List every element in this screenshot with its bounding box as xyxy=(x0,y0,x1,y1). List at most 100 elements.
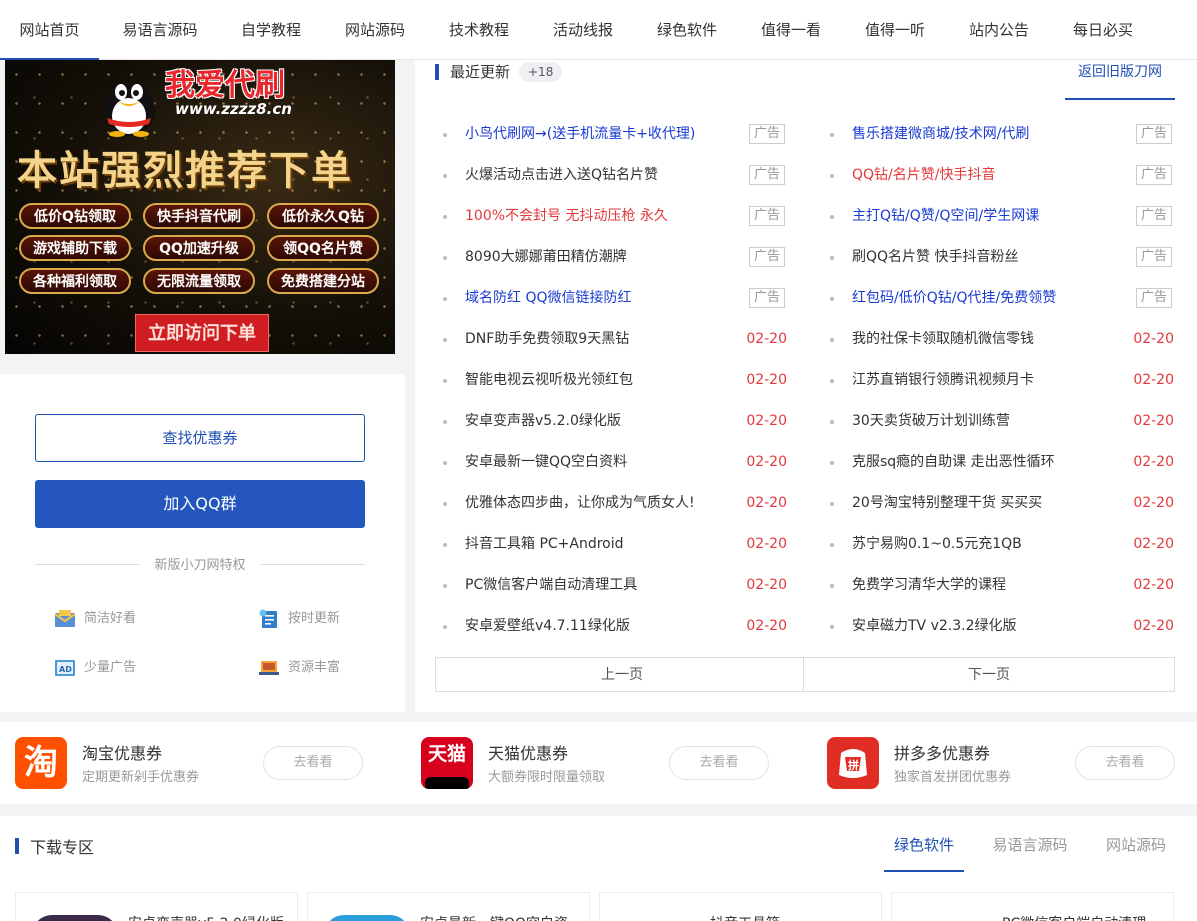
bullet-dot xyxy=(830,420,834,424)
list-item-title[interactable]: 克服sq瘾的自助课 走出恶性循环 xyxy=(852,442,1055,483)
list-item[interactable]: 安卓磁力TV v2.3.2绿化版 02-20 xyxy=(822,606,1194,647)
join-qq-group-button[interactable]: 加入QQ群 xyxy=(35,480,365,528)
nav-item-activities[interactable]: 活动线报 xyxy=(538,0,628,60)
list-item[interactable]: 售乐搭建微商城/技术网/代刷 广告 xyxy=(822,114,1194,155)
find-coupon-button[interactable]: 查找优惠券 xyxy=(35,414,365,462)
bullet-dot xyxy=(443,256,447,260)
list-item[interactable]: 域名防红 QQ微信链接防红 广告 xyxy=(435,278,807,319)
list-item[interactable]: 刷QQ名片赞 快手抖音粉丝 广告 xyxy=(822,237,1194,278)
list-item[interactable]: 安卓爱壁纸v4.7.11绿化版 02-20 xyxy=(435,606,807,647)
list-item-title[interactable]: 安卓磁力TV v2.3.2绿化版 xyxy=(852,606,1017,647)
coupon-card-taobao[interactable]: 淘 淘宝优惠券 定期更新剁手优惠券 去看看 xyxy=(0,722,390,804)
list-item[interactable]: 100%不会封号 无抖动压枪 永久 广告 xyxy=(435,196,807,237)
old-version-link[interactable]: 返回旧版刀网 xyxy=(1065,60,1175,100)
list-item-title[interactable]: 优雅体态四步曲，让你成为气质女人! xyxy=(465,483,695,524)
nav-item-worth-listening[interactable]: 值得一听 xyxy=(850,0,940,60)
list-item[interactable]: 优雅体态四步曲，让你成为气质女人! 02-20 xyxy=(435,483,807,524)
list-item[interactable]: 火爆活动点击进入送Q钻名片赞 广告 xyxy=(435,155,807,196)
list-item[interactable]: 安卓变声器v5.2.0绿化版 02-20 xyxy=(435,401,807,442)
list-item[interactable]: 智能电视云视听极光领红包 02-20 xyxy=(435,360,807,401)
list-item-date: 02-20 xyxy=(1133,413,1174,429)
list-item-title[interactable]: 小鸟代刷网→(送手机流量卡+收代理) xyxy=(465,114,695,155)
list-item-title[interactable]: 火爆活动点击进入送Q钻名片赞 xyxy=(465,155,658,196)
list-item[interactable]: 我的社保卡领取随机微信零钱 02-20 xyxy=(822,319,1194,360)
nav-item-announcements[interactable]: 站内公告 xyxy=(954,0,1044,60)
nav-item-home[interactable]: 网站首页 xyxy=(0,0,99,60)
download-title: 下载专区 xyxy=(30,838,95,857)
update-count-badge: +18 xyxy=(519,62,563,82)
nav-item-green-software[interactable]: 绿色软件 xyxy=(642,0,732,60)
list-item-title[interactable]: 域名防红 QQ微信链接防红 xyxy=(465,278,632,319)
list-item[interactable]: PC微信客户端自动清理工具 02-20 xyxy=(435,565,807,606)
list-item-title[interactable]: PC微信客户端自动清理工具 xyxy=(465,565,637,606)
bullet-dot xyxy=(830,133,834,137)
list-item[interactable]: 20号淘宝特别整理干货 买买买 02-20 xyxy=(822,483,1194,524)
download-card[interactable]: PC微信客户端自动清理 xyxy=(891,892,1174,921)
prev-page-button[interactable]: 上一页 xyxy=(435,657,809,692)
list-item[interactable]: 小鸟代刷网→(送手机流量卡+收代理) 广告 xyxy=(435,114,807,155)
list-item-title[interactable]: 刷QQ名片赞 快手抖音粉丝 xyxy=(852,237,1019,278)
list-item[interactable]: 8090大娜娜莆田精仿潮牌 广告 xyxy=(435,237,807,278)
promo-banner[interactable]: 我爱代刷 www.zzzz8.cn 本站强烈推荐下单 低价Q钻领取 快手抖音代刷… xyxy=(5,60,395,354)
list-item-title[interactable]: 我的社保卡领取随机微信零钱 xyxy=(852,319,1034,360)
list-item[interactable]: 苏宁易购0.1~0.5元充1QB 02-20 xyxy=(822,524,1194,565)
list-item[interactable]: 免费学习清华大学的课程 02-20 xyxy=(822,565,1194,606)
tab-site-source[interactable]: 网站源码 xyxy=(1096,816,1176,872)
list-item[interactable]: 克服sq瘾的自助课 走出恶性循环 02-20 xyxy=(822,442,1194,483)
download-card[interactable]: 抖音工具箱 xyxy=(599,892,882,921)
banner-pill: 无限流量领取 xyxy=(143,268,255,294)
nav-item-daily-buy[interactable]: 每日必买 xyxy=(1058,0,1148,60)
list-item-title[interactable]: 安卓最新一键QQ空白资料 xyxy=(465,442,627,483)
bullet-dot xyxy=(443,379,447,383)
list-item-title[interactable]: 主打Q钻/Q赞/Q空间/学生网课 xyxy=(852,196,1039,237)
list-item-title[interactable]: 江苏直销银行领腾讯视频月卡 xyxy=(852,360,1034,401)
nav-item-site-source[interactable]: 网站源码 xyxy=(330,0,420,60)
download-card-title: 安卓变声器v5.2.0绿化版 xyxy=(128,913,284,921)
list-item[interactable]: 红包码/低价Q钻/Q代挂/免费领赞 广告 xyxy=(822,278,1194,319)
list-item-title[interactable]: 8090大娜娜莆田精仿潮牌 xyxy=(465,237,627,278)
svg-text:AD: AD xyxy=(59,665,72,674)
list-item-title[interactable]: 苏宁易购0.1~0.5元充1QB xyxy=(852,524,1022,565)
list-item[interactable]: QQ钻/名片赞/快手抖音 广告 xyxy=(822,155,1194,196)
bullet-dot xyxy=(830,502,834,506)
next-page-button[interactable]: 下一页 xyxy=(803,657,1175,692)
list-item-title[interactable]: 安卓变声器v5.2.0绿化版 xyxy=(465,401,621,442)
list-item-title[interactable]: 20号淘宝特别整理干货 买买买 xyxy=(852,483,1042,524)
go-see-button[interactable]: 去看看 xyxy=(1075,746,1175,780)
nav-item-tech[interactable]: 技术教程 xyxy=(434,0,524,60)
list-item-title[interactable]: QQ钻/名片赞/快手抖音 xyxy=(852,155,995,196)
tmall-logo-icon: 天猫 xyxy=(421,737,473,789)
list-item-title[interactable]: DNF助手免费领取9天黑钻 xyxy=(465,319,629,360)
tab-green-software[interactable]: 绿色软件 xyxy=(884,816,964,872)
list-item-title[interactable]: 抖音工具箱 PC+Android xyxy=(465,524,624,565)
list-item[interactable]: DNF助手免费领取9天黑钻 02-20 xyxy=(435,319,807,360)
go-see-button[interactable]: 去看看 xyxy=(263,746,363,780)
nav-item-worth-watching[interactable]: 值得一看 xyxy=(746,0,836,60)
coupon-card-pinduoduo[interactable]: 拼 拼多多优惠券 独家首发拼团优惠券 去看看 xyxy=(812,722,1197,804)
list-item-title[interactable]: 100%不会封号 无抖动压枪 永久 xyxy=(465,196,668,237)
download-card[interactable]: 安卓最新一键QQ空白资 xyxy=(307,892,590,921)
bullet-dot xyxy=(830,461,834,465)
ad-badge: 广告 xyxy=(748,206,785,226)
nav-item-tutorials[interactable]: 自学教程 xyxy=(226,0,316,60)
qq-penguin-icon xyxy=(103,84,155,137)
tab-eyuyan-source[interactable]: 易语言源码 xyxy=(984,816,1076,872)
list-item-title[interactable]: 免费学习清华大学的课程 xyxy=(852,565,1006,606)
list-item-date: 02-20 xyxy=(1133,372,1174,388)
coupon-card-tmall[interactable]: 天猫 天猫优惠券 大额券限时限量领取 去看看 xyxy=(406,722,796,804)
list-item-title[interactable]: 智能电视云视听极光领红包 xyxy=(465,360,633,401)
list-item-title[interactable]: 30天卖货破万计划训练营 xyxy=(852,401,1010,442)
list-item[interactable]: 江苏直销银行领腾讯视频月卡 02-20 xyxy=(822,360,1194,401)
list-item-title[interactable]: 安卓爱壁纸v4.7.11绿化版 xyxy=(465,606,630,647)
list-item-title[interactable]: 红包码/低价Q钻/Q代挂/免费领赞 xyxy=(852,278,1056,319)
list-item[interactable]: 抖音工具箱 PC+Android 02-20 xyxy=(435,524,807,565)
bullet-dot xyxy=(443,174,447,178)
list-item[interactable]: 主打Q钻/Q赞/Q空间/学生网课 广告 xyxy=(822,196,1194,237)
download-card[interactable]: 安卓变声器v5.2.0绿化版 xyxy=(15,892,298,921)
list-item[interactable]: 安卓最新一键QQ空白资料 02-20 xyxy=(435,442,807,483)
list-item[interactable]: 30天卖货破万计划训练营 02-20 xyxy=(822,401,1194,442)
nav-item-eyuyan[interactable]: 易语言源码 xyxy=(110,0,210,60)
list-item-title[interactable]: 售乐搭建微商城/技术网/代刷 xyxy=(852,114,1029,155)
go-see-button[interactable]: 去看看 xyxy=(669,746,769,780)
banner-cta-button[interactable]: 立即访问下单 xyxy=(135,314,269,352)
